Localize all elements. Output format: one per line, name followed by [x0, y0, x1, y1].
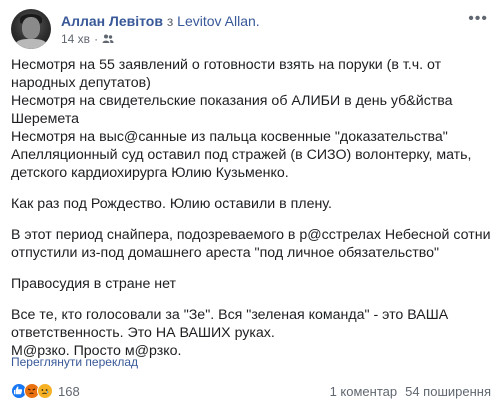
post-text-line: Правосудия в стране нет: [11, 276, 177, 292]
avatar-shirt: [15, 39, 47, 49]
post-text-line: В этот период снайпера, подозреваемого в…: [11, 227, 491, 243]
post-stats-bar: 168 1 коментар 54 поширення: [11, 382, 491, 400]
shares-count-link[interactable]: 54 поширення: [405, 384, 491, 399]
post-text-line: детского кардиохирурга Юлию Кузьменко.: [11, 165, 289, 181]
post-paragraph: Правосудия в стране нет: [11, 275, 491, 293]
via-label: з: [166, 13, 174, 29]
author-avatar[interactable]: [11, 9, 51, 49]
reaction-count[interactable]: 168: [58, 384, 80, 399]
post-text-line: Все те, кто голосовали за "Зе". Вся "зел…: [11, 307, 449, 323]
post-timestamp[interactable]: 14 хв: [61, 31, 90, 47]
post-text-line: Несмотря на выс@санные из пальца косвенн…: [11, 129, 448, 145]
post-text-line: Несмотря на свидетельские показания об А…: [11, 93, 453, 109]
post-text-line: отпустили из-под домашнего ареста "под л…: [11, 245, 440, 261]
post-text: Несмотря на 55 заявлений о готовности вз…: [11, 56, 491, 373]
post-paragraph: Все те, кто голосовали за "Зе". Вся "зел…: [11, 306, 491, 360]
post-text-line: Несмотря на 55 заявлений о готовности вз…: [11, 57, 442, 73]
avatar-face: [22, 17, 40, 39]
friends-icon: [102, 33, 114, 45]
more-options-icon[interactable]: •••: [468, 11, 488, 27]
see-translation-link[interactable]: Переглянути переклад: [11, 355, 138, 369]
post-text-line: ответственность. Это НА ВАШИХ руках.: [11, 325, 275, 341]
post-paragraph: Как раз под Рождество. Юлию оставили в п…: [11, 195, 491, 213]
sad-reaction-icon: [37, 383, 53, 399]
meta-separator: ·: [94, 32, 99, 46]
post-paragraph: Несмотря на 55 заявлений о готовности вз…: [11, 56, 491, 182]
post-header: Аллан Левітов з Levitov Allan.: [61, 12, 260, 30]
post-text-line: Как раз под Рождество. Юлию оставили в п…: [11, 196, 332, 212]
facebook-post: Аллан Левітов з Levitov Allan. 14 хв · •…: [0, 0, 502, 406]
post-text-line: Апелляционный суд оставил под стражей (в…: [11, 147, 472, 163]
post-text-line: Шеремета: [11, 111, 80, 127]
group-name-link[interactable]: Levitov Allan.: [177, 13, 260, 29]
author-name-link[interactable]: Аллан Левітов: [61, 13, 163, 29]
post-meta: 14 хв ·: [61, 31, 114, 47]
post-paragraph: В этот период снайпера, подозреваемого в…: [11, 226, 491, 262]
post-text-line: народных депутатов): [11, 75, 151, 91]
comments-count-link[interactable]: 1 коментар: [330, 384, 398, 399]
reaction-icons[interactable]: [11, 383, 53, 399]
